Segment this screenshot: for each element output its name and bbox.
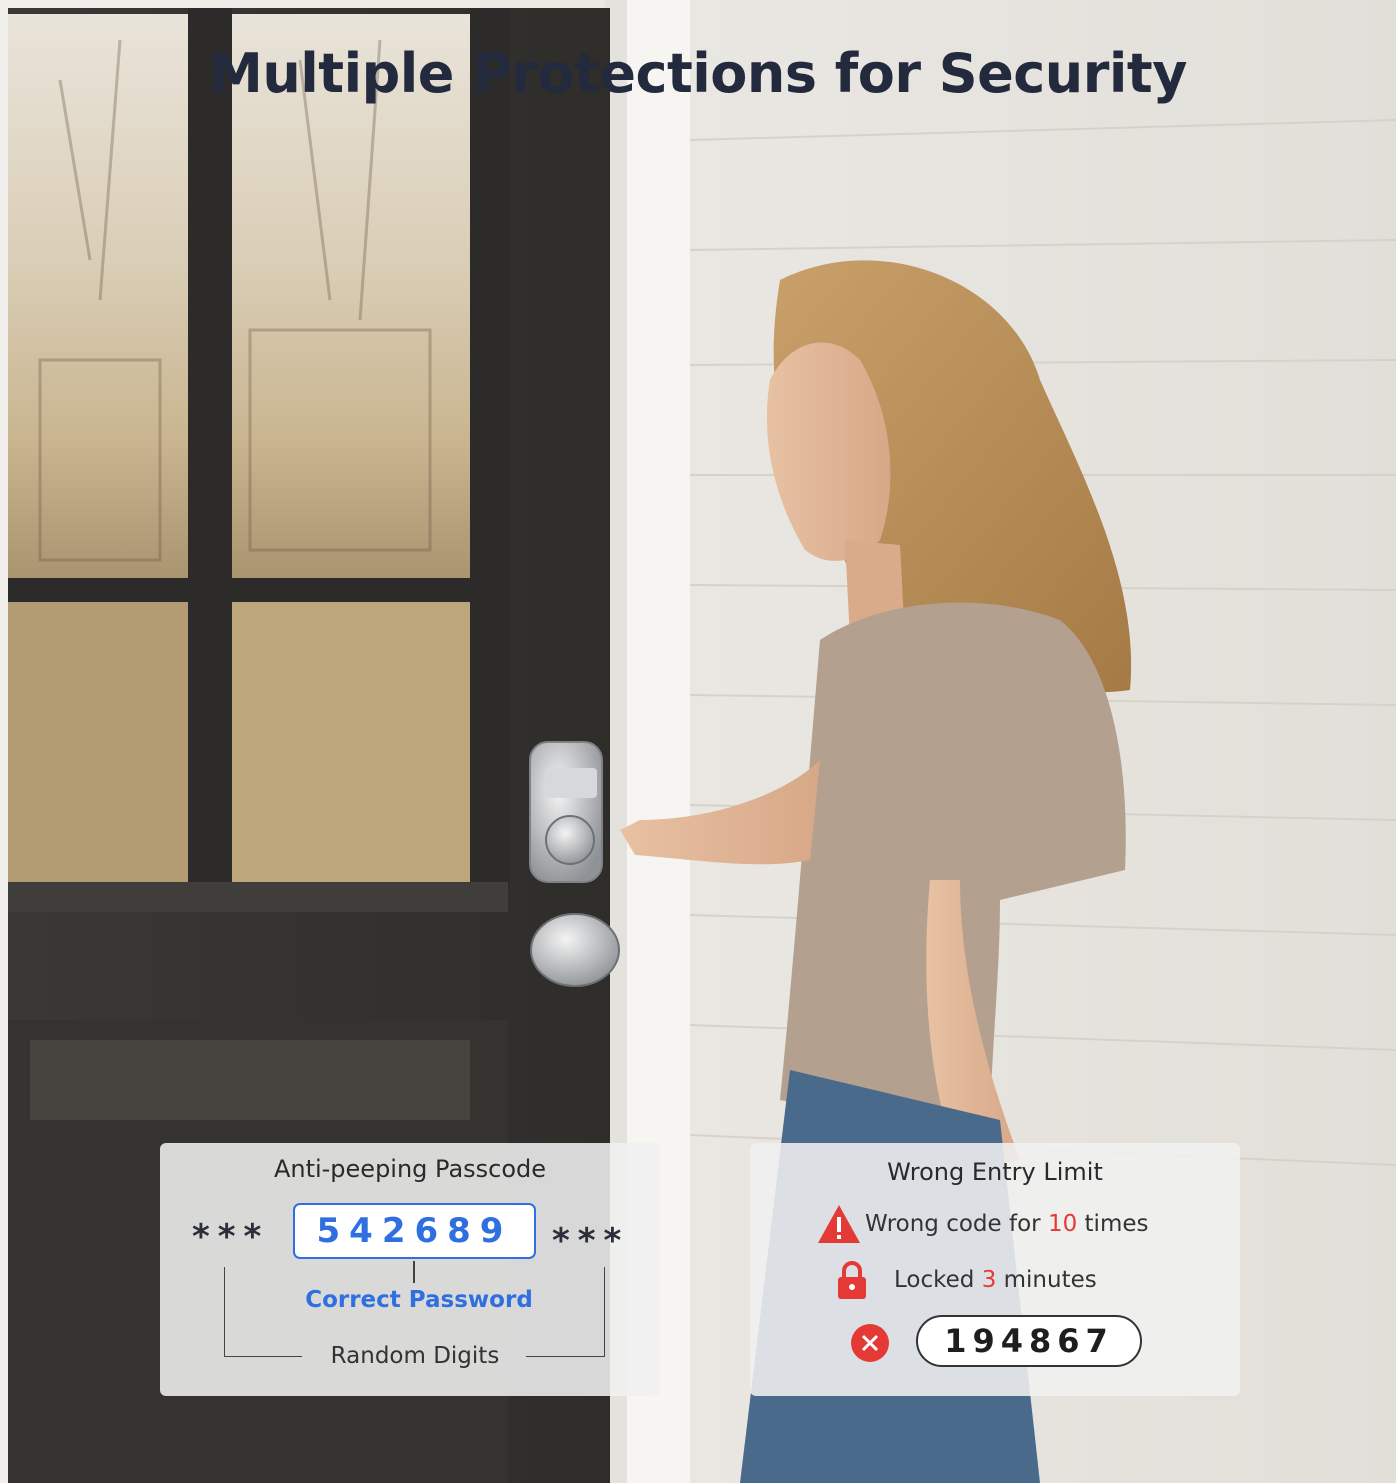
warning-icon: [818, 1205, 860, 1243]
wrong-entry-card: Wrong Entry Limit Wrong code for 10 time…: [750, 1143, 1240, 1396]
locked-line: Locked 3 minutes: [894, 1267, 1097, 1293]
random-stars-right: ***: [552, 1221, 630, 1261]
anti-peeping-heading: Anti-peeping Passcode: [273, 1155, 547, 1183]
correct-password-label: Correct Password: [305, 1287, 533, 1313]
error-x-icon: [851, 1324, 889, 1362]
bracket-right-vertical: [604, 1267, 605, 1357]
wrong-code-line: Wrong code for 10 times: [865, 1211, 1149, 1237]
wrong-entry-heading: Wrong Entry Limit: [887, 1158, 1103, 1186]
random-stars-left: ***: [192, 1217, 270, 1257]
locked-minutes: 3: [981, 1267, 997, 1293]
lock-icon: [838, 1261, 866, 1299]
bracket-left-horizontal: [224, 1356, 302, 1357]
page-title: Multiple Protections for Security: [209, 42, 1187, 105]
wrong-code-count: 10: [1047, 1211, 1078, 1237]
bracket-left-vertical: [224, 1267, 225, 1357]
passcode-display: 542689: [293, 1203, 536, 1259]
random-digits-label: Random Digits: [330, 1343, 500, 1369]
anti-peeping-card: Anti-peeping Passcode *** 542689 *** Cor…: [160, 1143, 660, 1396]
wrong-code-display: 194867: [916, 1315, 1142, 1367]
bracket-right-horizontal: [526, 1356, 604, 1357]
passcode-connector: [413, 1261, 415, 1283]
